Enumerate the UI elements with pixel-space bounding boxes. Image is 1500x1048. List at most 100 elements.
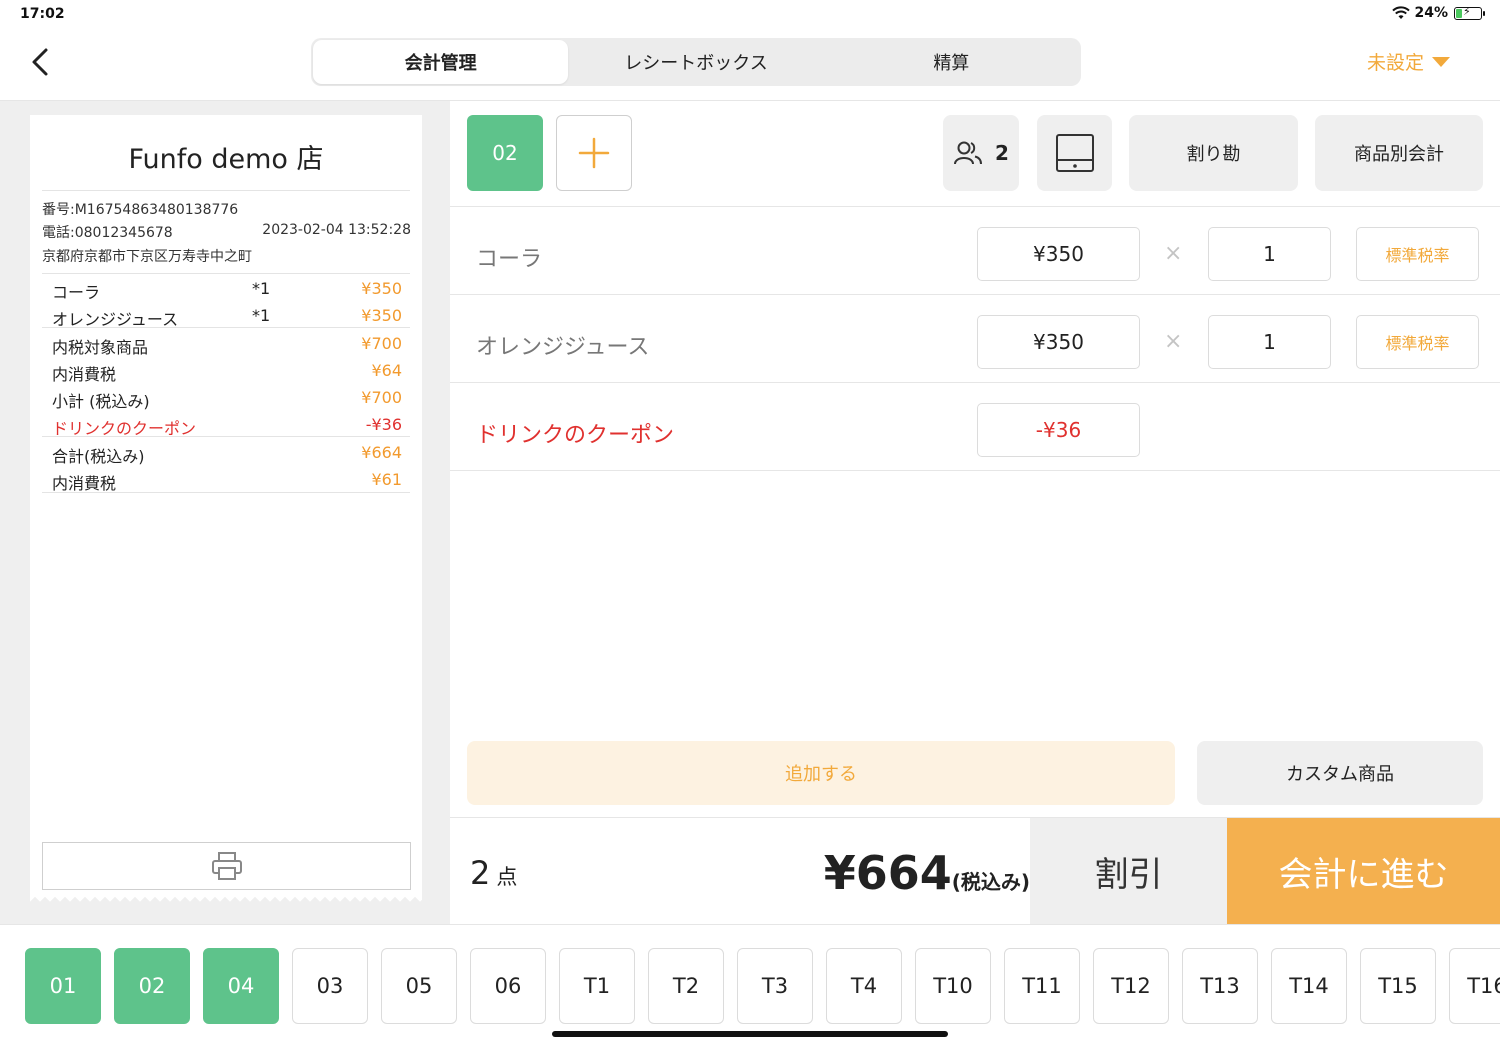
people-icon <box>954 141 983 165</box>
table-tile[interactable]: T11 <box>1004 948 1080 1024</box>
tax-rate-button[interactable]: 標準税率 <box>1356 315 1479 369</box>
table-tile[interactable]: T12 <box>1093 948 1169 1024</box>
receipt-summary-row: 小計 (税込み) ¥700 <box>52 388 402 412</box>
receipt-divider <box>42 273 410 274</box>
summary-value: -¥36 <box>365 415 402 434</box>
status-time: 17:02 <box>20 6 65 22</box>
checkout-button[interactable]: 会計に進む <box>1227 818 1500 925</box>
order-tab-02[interactable]: 02 <box>467 115 543 191</box>
tab-receipt-box[interactable]: レシートボックス <box>568 40 823 84</box>
table-tile[interactable]: T10 <box>915 948 991 1024</box>
wifi-icon <box>1392 6 1411 19</box>
guest-count-button[interactable]: 2 <box>943 115 1019 191</box>
summary-value: ¥61 <box>371 470 402 489</box>
unset-dropdown[interactable]: 未設定 <box>1367 48 1450 75</box>
receipt-address: 京都府京都市下京区万寿寺中之町 <box>42 249 252 265</box>
tax-rate-button[interactable]: 標準税率 <box>1356 227 1479 281</box>
summary-value: ¥700 <box>361 388 402 407</box>
split-bill-button[interactable]: 割り勘 <box>1129 115 1298 191</box>
receipt-item-row: コーラ *1 ¥350 <box>52 279 402 303</box>
receipt-divider <box>42 190 410 191</box>
order-item-price[interactable]: ¥350 <box>977 315 1140 369</box>
table-tile[interactable]: T15 <box>1360 948 1436 1024</box>
summary-label: 内消費税 <box>52 474 117 493</box>
receipt-item-price: ¥350 <box>361 306 402 325</box>
guest-count: 2 <box>995 141 1009 165</box>
table-tile[interactable]: T16 <box>1449 948 1500 1024</box>
receipt-item-price: ¥350 <box>361 279 402 298</box>
order-item-name: コーラ <box>476 247 543 272</box>
table-tile[interactable]: 06 <box>470 948 546 1024</box>
tablet-icon <box>1055 134 1094 172</box>
receipt-datetime: 2023-02-04 13:52:28 <box>262 222 411 238</box>
tab-settlement[interactable]: 精算 <box>824 40 1079 84</box>
receipt-summary-row: 内税対象商品 ¥700 <box>52 334 402 358</box>
mode-tabs: 会計管理 レシートボックス 精算 <box>311 38 1081 86</box>
receipt-summary-row: 内消費税 ¥61 <box>52 470 402 494</box>
home-indicator <box>552 1031 948 1037</box>
receipt-summary-row: 内消費税 ¥64 <box>52 361 402 385</box>
chevron-left-icon <box>32 48 48 76</box>
table-tile[interactable]: T3 <box>737 948 813 1024</box>
item-count-unit: 点 <box>496 865 518 889</box>
table-tile[interactable]: T14 <box>1271 948 1347 1024</box>
order-item-row: オレンジジュース ¥350 × 1 標準税率 <box>450 295 1500 383</box>
discount-button[interactable]: 割引 <box>1030 818 1227 925</box>
order-item-qty[interactable]: 1 <box>1208 315 1331 369</box>
item-count: 2点 <box>470 854 517 892</box>
table-tile[interactable]: 03 <box>292 948 368 1024</box>
status-indicators: 24% ⚡ <box>1392 5 1485 21</box>
summary-value: ¥700 <box>361 334 402 353</box>
back-button[interactable] <box>24 44 56 80</box>
table-tile[interactable]: T13 <box>1182 948 1258 1024</box>
table-tile[interactable]: 04 <box>203 948 279 1024</box>
table-tile[interactable]: T2 <box>648 948 724 1024</box>
table-tile[interactable]: 05 <box>381 948 457 1024</box>
receipt-divider <box>42 327 410 328</box>
receipt-preview: Funfo demo 店 番号:M16754863480138776 電話:08… <box>30 115 422 895</box>
order-item-qty[interactable]: 1 <box>1208 227 1331 281</box>
plus-icon <box>578 137 610 169</box>
add-order-button[interactable] <box>556 115 632 191</box>
times-icon: × <box>1164 329 1183 354</box>
receipt-item-name: コーラ <box>52 283 101 302</box>
receipt-divider <box>42 436 410 437</box>
coupon-price[interactable]: -¥36 <box>977 403 1140 457</box>
order-item-name: オレンジジュース <box>476 335 650 360</box>
table-tile[interactable]: 01 <box>25 948 101 1024</box>
summary-label: 小計 (税込み) <box>52 392 150 411</box>
battery-percent: 24% <box>1414 5 1448 21</box>
summary-value: ¥64 <box>371 361 402 380</box>
custom-item-button[interactable]: カスタム商品 <box>1197 741 1483 805</box>
order-item-price[interactable]: ¥350 <box>977 227 1140 281</box>
customer-display-button[interactable] <box>1037 115 1112 191</box>
item-count-value: 2 <box>470 854 491 892</box>
summary-value: ¥664 <box>361 443 402 462</box>
receipt-phone: 電話:08012345678 <box>42 225 173 241</box>
order-item-row: コーラ ¥350 × 1 標準税率 <box>450 207 1500 295</box>
caret-down-icon <box>1432 56 1450 67</box>
table-tile[interactable]: T4 <box>826 948 902 1024</box>
receipt-divider <box>42 492 410 493</box>
receipt-summary-row: 合計(税込み) ¥664 <box>52 443 402 467</box>
table-tile[interactable]: T1 <box>559 948 635 1024</box>
battery-icon: ⚡ <box>1454 5 1485 20</box>
order-total: ¥664(税込み) <box>824 846 1030 900</box>
tab-accounting[interactable]: 会計管理 <box>313 40 569 84</box>
coupon-name: ドリンクのクーポン <box>476 423 675 448</box>
item-checkout-button[interactable]: 商品別会計 <box>1315 115 1483 191</box>
checkout-bar: 2点 ¥664(税込み) 割引 会計に進む <box>450 817 1500 925</box>
table-tile[interactable]: 02 <box>114 948 190 1024</box>
status-bar: 17:02 24% ⚡ <box>0 0 1500 30</box>
print-button[interactable] <box>42 842 411 890</box>
order-pane: 02 2 割り勘 商品別会計 コーラ ¥350 × 1 標準税率 オレンジジュー… <box>450 101 1500 925</box>
add-item-button[interactable]: 追加する <box>467 741 1175 805</box>
summary-label: 内税対象商品 <box>52 338 149 357</box>
store-name: Funfo demo 店 <box>128 144 324 175</box>
printer-icon <box>211 852 242 880</box>
receipt-pane: Funfo demo 店 番号:M16754863480138776 電話:08… <box>0 101 450 924</box>
table-selector: 01 02 04 03 05 06 T1 T2 T3 T4 T10 T11 T1… <box>0 924 1500 1048</box>
receipt-item-qty: *1 <box>252 279 271 298</box>
order-coupon-row: ドリンクのクーポン -¥36 <box>450 383 1500 471</box>
order-total-note: (税込み) <box>951 870 1030 894</box>
